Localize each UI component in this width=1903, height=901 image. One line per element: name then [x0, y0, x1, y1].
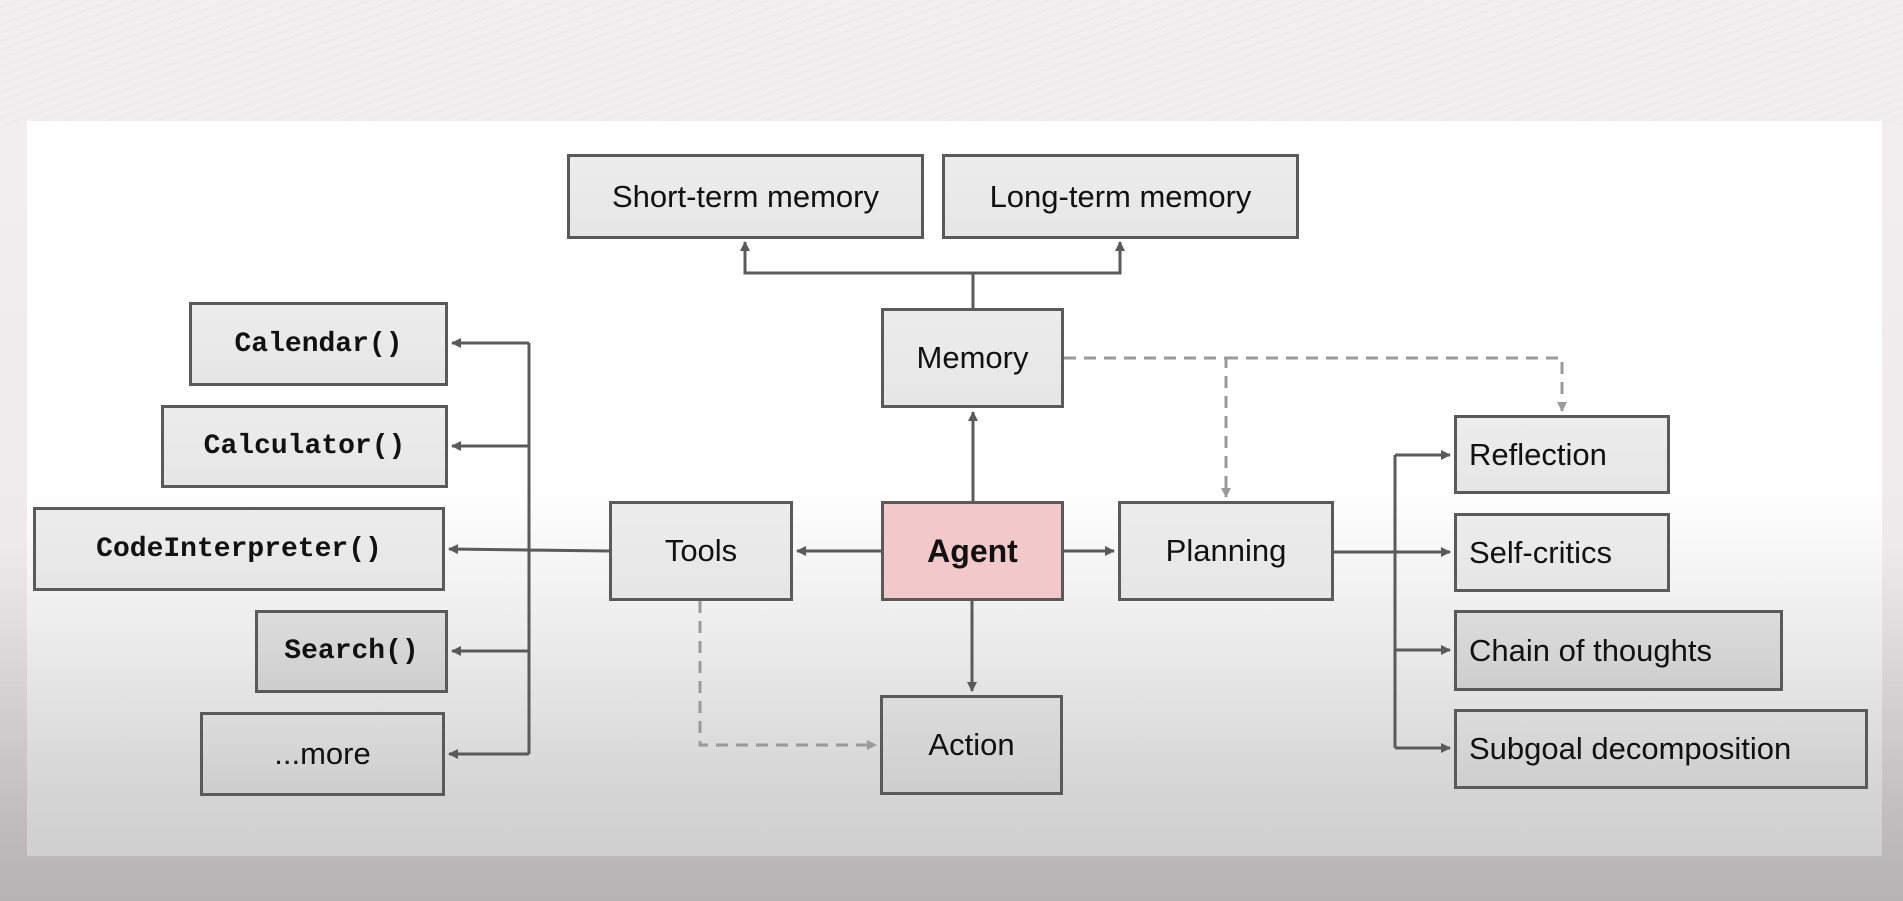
edge-tools-codeinterpreter — [448, 544, 530, 555]
node-reflection: Reflection — [1454, 415, 1670, 494]
node-planning: Planning — [1118, 501, 1334, 601]
node-action: Action — [880, 695, 1063, 795]
edge-planning-bus — [1334, 455, 1397, 748]
edge-memory-planning-dashed — [1064, 356, 1231, 498]
node-tool-codeinterpreter: CodeInterpreter() — [33, 507, 445, 591]
node-long-term-memory: Long-term memory — [942, 154, 1299, 239]
edge-tools-bus — [527, 343, 610, 754]
node-self-critics: Self-critics — [1454, 513, 1670, 592]
edge-tools-action-dashed — [698, 601, 877, 750]
edge-memory-shortterm — [740, 241, 975, 308]
node-memory: Memory — [881, 308, 1064, 408]
node-agent: Agent — [881, 501, 1064, 601]
node-tool-search: Search() — [255, 610, 448, 693]
node-chain-of-thoughts: Chain of thoughts — [1454, 610, 1783, 691]
node-tool-more: ...more — [200, 712, 445, 796]
node-tools: Tools — [609, 501, 793, 601]
node-tool-calculator: Calculator() — [161, 405, 448, 488]
node-short-term-memory: Short-term memory — [567, 154, 924, 239]
node-tool-calendar: Calendar() — [189, 302, 448, 386]
edge-memory-longterm — [973, 241, 1125, 275]
edge-memory-reflection-dashed — [1226, 356, 1567, 412]
node-subgoal-decomposition: Subgoal decomposition — [1454, 709, 1868, 789]
